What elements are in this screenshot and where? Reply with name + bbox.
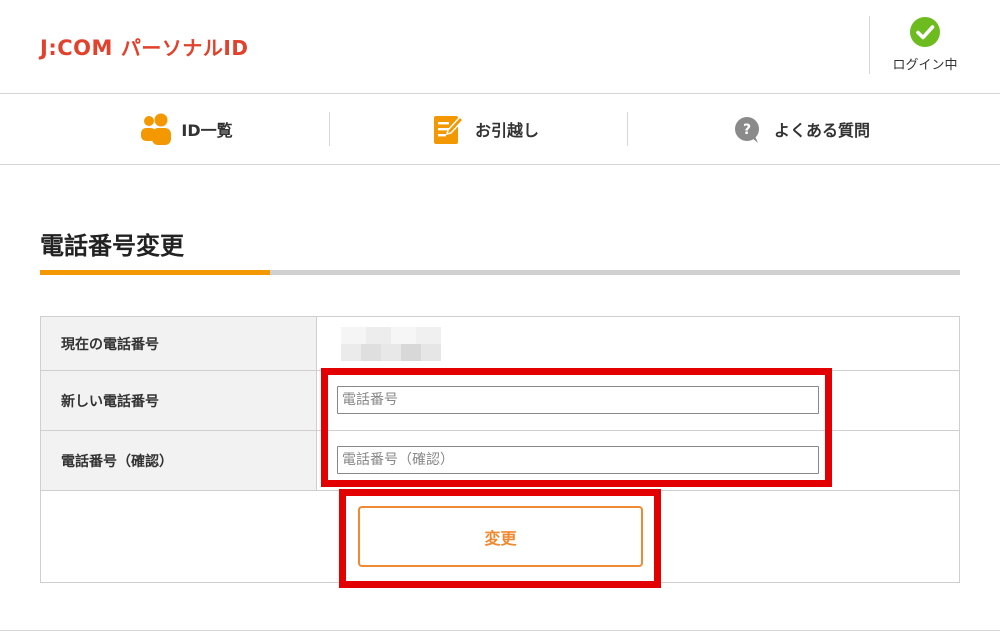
new-phone-label: 新しい電話番号	[41, 371, 317, 430]
svg-text:?: ?	[743, 122, 751, 138]
phone-change-form: 現在の電話番号 新しい電話番号 電話番号（確認） 変更	[40, 316, 960, 583]
logo[interactable]: J:COM パーソナルID	[40, 32, 248, 61]
form-row-confirm-phone: 電話番号（確認）	[41, 431, 959, 491]
logo-brand: J:COM	[40, 36, 113, 60]
site-header: J:COM パーソナルID ログイン中	[0, 0, 1000, 94]
current-phone-value-masked	[341, 327, 441, 361]
confirm-phone-input[interactable]	[337, 446, 819, 474]
change-button[interactable]: 変更	[358, 506, 643, 567]
form-row-new-phone: 新しい電話番号	[41, 371, 959, 431]
nav-item-label: よくある質問	[773, 121, 870, 140]
footer-divider	[0, 630, 1000, 631]
title-underline-accent	[40, 270, 270, 275]
main-nav: ID一覧 お引越し ? よくある質問	[0, 94, 1000, 165]
current-phone-label: 現在の電話番号	[41, 317, 317, 370]
users-icon	[141, 113, 172, 145]
header-divider	[869, 16, 870, 74]
help-circle-icon: ?	[734, 117, 759, 143]
login-status-label: ログイン中	[892, 58, 958, 73]
page-title: 電話番号変更	[40, 232, 184, 260]
nav-divider	[627, 112, 628, 146]
confirm-phone-label: 電話番号（確認）	[41, 431, 317, 490]
title-underline	[40, 270, 960, 275]
nav-divider	[329, 112, 330, 146]
nav-item-faq[interactable]: ? よくある質問	[700, 94, 900, 164]
form-row-current-phone: 現在の電話番号	[41, 317, 959, 371]
check-circle-icon	[910, 17, 940, 47]
login-status: ログイン中	[880, 14, 970, 78]
nav-item-label: ID一覧	[181, 121, 233, 140]
new-phone-input[interactable]	[337, 386, 819, 414]
nav-item-label: お引越し	[474, 121, 539, 140]
logo-subtitle: パーソナルID	[120, 36, 249, 60]
nav-item-id-list[interactable]: ID一覧	[100, 94, 270, 164]
nav-item-moving[interactable]: お引越し	[400, 94, 570, 164]
notepad-pen-icon	[433, 115, 465, 144]
